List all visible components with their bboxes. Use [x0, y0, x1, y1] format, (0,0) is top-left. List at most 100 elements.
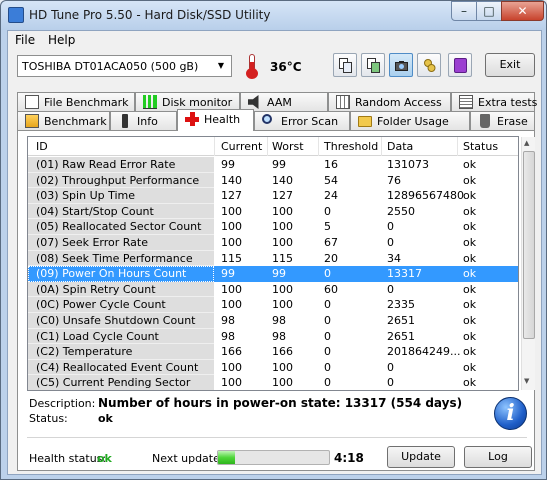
column-header-current[interactable]: Current	[221, 140, 262, 153]
table-cell-threshold: 5	[324, 220, 331, 234]
table-cell-status: ok	[463, 158, 477, 171]
table-row[interactable]: (C2) Temperature 166 166 0 201864249... ok	[28, 344, 518, 360]
table-cell-status: ok	[463, 282, 477, 296]
table-cell-threshold: 24	[324, 189, 338, 203]
exit-button[interactable]: Exit	[485, 53, 535, 77]
progress-fill	[218, 451, 235, 464]
column-header-threshold[interactable]: Threshold	[324, 140, 378, 153]
table-row[interactable]: (0C) Power Cycle Count 100 100 0 2335 ok	[28, 297, 518, 313]
thermometer-icon[interactable]	[243, 53, 261, 79]
table-cell-worst: 98	[272, 314, 286, 327]
vertical-scrollbar[interactable]: ▲ ▼	[521, 137, 535, 390]
column-header-status[interactable]: Status	[463, 140, 498, 153]
table-cell-threshold: 0	[324, 376, 331, 390]
log-button[interactable]: Log	[464, 446, 532, 468]
tab-folder-usage[interactable]: Folder Usage	[350, 111, 470, 130]
status-value: ok	[98, 412, 113, 425]
tab-random-access[interactable]: Random Access	[328, 92, 451, 111]
table-row[interactable]: (0A) Spin Retry Count 100 100 60 0 ok	[28, 281, 518, 298]
grid-icon	[336, 95, 350, 109]
scroll-up-icon[interactable]: ▲	[524, 139, 529, 147]
update-button[interactable]: Update	[387, 446, 455, 468]
table-cell-worst: 99	[272, 158, 286, 171]
table-cell-worst: 100	[272, 236, 293, 249]
options-button[interactable]	[417, 53, 441, 77]
info-icon[interactable]: i	[494, 397, 527, 430]
table-cell-id: (09) Power On Hours Count	[36, 267, 187, 281]
table-cell-current: 100	[221, 220, 242, 234]
copy-screenshot-button[interactable]	[361, 53, 385, 77]
scrollbar-thumb[interactable]	[523, 151, 535, 339]
info-icon	[122, 114, 128, 128]
table-cell-id: (C1) Load Cycle Count	[36, 329, 159, 343]
table-cell-data: 0	[387, 220, 394, 234]
table-cell-data: 131073	[387, 158, 429, 171]
table-cell-status: ok	[463, 236, 477, 249]
table-cell-worst: 100	[272, 376, 293, 390]
table-cell-data: 12896567480	[387, 189, 464, 203]
table-cell-worst: 140	[272, 173, 293, 187]
table-cell-current: 100	[221, 236, 242, 249]
tab-error-scan[interactable]: Error Scan	[254, 111, 350, 130]
camera-icon	[395, 61, 408, 71]
table-row[interactable]: (02) Throughput Performance 140 140 54 76 ok	[28, 172, 518, 189]
magnifier-icon	[262, 114, 272, 124]
table-row[interactable]: (04) Start/Stop Count 100 100 0 2550 ok	[28, 203, 518, 220]
table-cell-current: 98	[221, 314, 235, 327]
table-cell-current: 100	[221, 204, 242, 218]
description-label: Description:	[29, 397, 96, 410]
table-cell-status: ok	[463, 220, 477, 234]
table-row[interactable]: (C5) Current Pending Sector 100 100 0 0 ok	[28, 375, 518, 390]
table-cell-threshold: 0	[324, 329, 331, 343]
table-cell-status: ok	[463, 251, 477, 265]
table-cell-worst: 166	[272, 345, 293, 359]
drive-select[interactable]: TOSHIBA DT01ACA050 (500 gB) ▼	[17, 55, 232, 77]
column-header-data[interactable]: Data	[387, 140, 413, 153]
table-cell-threshold: 0	[324, 298, 331, 312]
table-cell-id: (0A) Spin Retry Count	[36, 282, 156, 296]
table-row[interactable]: (01) Raw Read Error Rate 99 99 16 131073 ok	[28, 157, 518, 173]
screenshot-button[interactable]	[389, 53, 413, 77]
table-row[interactable]: (09) Power On Hours Count 99 99 0 13317 ok	[28, 266, 518, 282]
title-bar[interactable]: HD Tune Pro 5.50 - Hard Disk/SSD Utility…	[1, 1, 546, 30]
minimize-button[interactable]: –	[451, 1, 477, 21]
menu-file[interactable]: File	[15, 33, 35, 47]
table-cell-data: 2651	[387, 314, 415, 327]
tab-info[interactable]: Info	[110, 111, 177, 130]
tab-extra-tests[interactable]: Extra tests	[451, 92, 537, 111]
countdown-timer: 4:18	[334, 451, 364, 465]
drive-select-value: TOSHIBA DT01ACA050 (500 gB)	[22, 60, 199, 73]
table-cell-status: ok	[463, 314, 477, 327]
table-row[interactable]: (08) Seek Time Performance 115 115 20 34 ok	[28, 250, 518, 267]
copy-text-button[interactable]	[333, 53, 357, 77]
scroll-down-icon[interactable]: ▼	[524, 377, 529, 385]
client-area: File Help TOSHIBA DT01ACA050 (500 gB) ▼ …	[7, 30, 542, 475]
menu-help[interactable]: Help	[48, 33, 75, 47]
maximize-button[interactable]: □	[476, 1, 502, 21]
close-button[interactable]: ✕	[501, 1, 544, 21]
smart-table[interactable]: ID Current Worst Threshold Data Status (…	[27, 136, 519, 391]
table-cell-current: 127	[221, 189, 242, 203]
tab-file-benchmark[interactable]: File Benchmark	[17, 92, 135, 111]
table-cell-data: 0	[387, 282, 394, 296]
table-cell-threshold: 0	[324, 345, 331, 359]
table-row[interactable]: (C1) Load Cycle Count 98 98 0 2651 ok	[28, 328, 518, 345]
next-update-label: Next update:	[152, 452, 224, 465]
column-header-id[interactable]: ID	[36, 140, 48, 153]
wrench-icon	[424, 59, 436, 72]
chevron-down-icon: ▼	[217, 61, 225, 70]
table-row[interactable]: (05) Reallocated Sector Count 100 100 5 0 ok	[28, 219, 518, 235]
tab-erase[interactable]: Erase	[470, 111, 535, 130]
tab-health[interactable]: Health	[177, 109, 254, 131]
column-header-worst[interactable]: Worst	[272, 140, 304, 153]
table-cell-current: 140	[221, 173, 242, 187]
description-value: Number of hours in power-on state: 13317…	[98, 396, 463, 410]
table-row[interactable]: (C0) Unsafe Shutdown Count 98 98 0 2651 ok	[28, 313, 518, 329]
table-row[interactable]: (C4) Reallocated Event Count 100 100 0 0 ok	[28, 359, 518, 376]
table-cell-current: 166	[221, 345, 242, 359]
table-row[interactable]: (07) Seek Error Rate 100 100 67 0 ok	[28, 235, 518, 251]
table-cell-status: ok	[463, 173, 477, 187]
tab-benchmark[interactable]: Benchmark	[17, 111, 110, 130]
save-button[interactable]	[448, 53, 472, 77]
table-row[interactable]: (03) Spin Up Time 127 127 24 12896567480 ok	[28, 188, 518, 204]
